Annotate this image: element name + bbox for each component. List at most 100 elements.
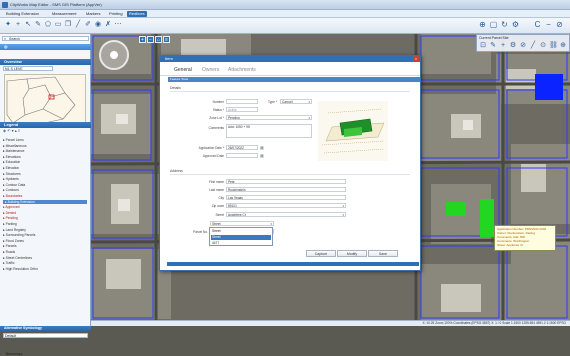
tab-attachments[interactable]: Attachments — [228, 67, 256, 73]
settings-icon[interactable]: ⚙ — [511, 20, 520, 29]
layer-item[interactable]: ▸ Elevation — [3, 166, 19, 170]
brush-icon[interactable]: ✐ — [84, 21, 92, 29]
refresh-icon[interactable]: ↻ — [500, 20, 509, 29]
parcel-zoom-icon[interactable]: ⊡ — [479, 42, 487, 50]
layer-item[interactable]: ▸ Street Centerlines — [3, 256, 32, 260]
sidebar-section-symbology[interactable]: Alternative Symbology — [0, 326, 91, 331]
select-icon[interactable]: ✦ — [4, 21, 12, 29]
status-input[interactable]: Active — [226, 107, 258, 112]
layer-item[interactable]: ▸ Maintenance — [3, 149, 24, 153]
zip-code-select[interactable]: 89101 — [226, 203, 346, 208]
pencil-icon[interactable]: ✎ — [34, 21, 42, 29]
last-name-input[interactable]: Ruckenstein — [226, 187, 346, 192]
close-icon[interactable]: ⊘ — [555, 20, 564, 29]
overview-map[interactable] — [4, 74, 86, 126]
application-date-input[interactable]: 25/07/2022 — [226, 145, 258, 150]
layer-item[interactable]: ▸ Traffic — [3, 261, 15, 265]
approved-date-input[interactable] — [226, 153, 258, 158]
layer-item[interactable]: ▸ Hydrants — [3, 177, 19, 181]
dropdown-option-selected[interactable]: Street — [211, 235, 271, 240]
layer-item[interactable]: ▸ Surrounding Parcels — [3, 233, 35, 237]
minus-icon[interactable]: − — [544, 20, 553, 29]
eye-icon[interactable]: ◉ — [94, 21, 102, 29]
close-icon[interactable]: × — [413, 56, 419, 62]
line-icon[interactable]: ╱ — [74, 21, 82, 29]
street-select[interactable]: Appletree Ct — [226, 212, 346, 217]
layer-item[interactable]: ▸ High Resolution Ortho — [3, 267, 38, 271]
map-home-icon[interactable]: ⌂ — [155, 36, 162, 43]
basemaps-item[interactable]: Basemaps — [6, 352, 23, 356]
layer-item[interactable]: ▸ Contours — [3, 188, 19, 192]
parcel-measure-icon[interactable]: ⊙ — [539, 42, 547, 50]
sidebar-section-search-result[interactable]: ◎ — [0, 44, 91, 50]
layer-item[interactable]: ▸ Boundaries — [3, 194, 22, 198]
layer-item[interactable]: ▸ Education — [3, 160, 20, 164]
overview-input[interactable]: N1 S LEVE — [3, 66, 53, 71]
parcel-line-icon[interactable]: ╱ — [529, 42, 537, 50]
layer-item[interactable]: ▸ Roads — [3, 250, 15, 254]
calendar-icon[interactable]: ▦ — [260, 145, 264, 150]
ribbon-tab-building[interactable]: Building Extension — [4, 11, 41, 17]
ribbon-tab-printing[interactable]: Printing — [107, 11, 125, 17]
ribbon-tab-markers[interactable]: Markers — [84, 11, 102, 17]
layer-item[interactable]: ▸ Land Registry — [3, 228, 26, 232]
symbology-select[interactable]: Default — [3, 333, 88, 338]
layer-item[interactable]: ▸ Parcel Lines — [3, 138, 24, 142]
tab-owners[interactable]: Owners — [202, 67, 219, 73]
layer-item[interactable]: ▸ Building Extension — [3, 199, 87, 204]
modify-button[interactable]: Modify — [337, 250, 367, 257]
layer-item[interactable]: ▸ Contour Data — [3, 183, 25, 187]
layer-label: Boundaries — [5, 194, 23, 198]
map-zoom-in-icon[interactable]: + — [139, 36, 146, 43]
add-icon[interactable]: + — [14, 21, 22, 29]
capture-button[interactable]: Capture — [306, 250, 336, 257]
rectangle-icon[interactable]: ▭ — [54, 21, 62, 29]
map-layers-icon[interactable]: ≡ — [163, 36, 170, 43]
calendar-icon[interactable]: ▦ — [260, 153, 264, 158]
layer-item[interactable]: ▸ Approved — [3, 205, 20, 209]
sidebar-section-overview[interactable]: Overview — [0, 59, 91, 65]
dropdown-option[interactable]: 4477 — [211, 241, 271, 246]
city-input[interactable]: Las Vegas — [226, 195, 346, 200]
layer-item[interactable]: ▸ Elevations — [3, 155, 21, 159]
pointer-icon[interactable]: ↖ — [24, 21, 32, 29]
chat-icon[interactable]: ▢ — [489, 20, 498, 29]
reload-icon[interactable]: C — [533, 20, 542, 29]
layer-item[interactable]: ▸ Parcels — [3, 244, 17, 248]
map-zoom-out-icon[interactable]: − — [147, 36, 154, 43]
sidebar-search[interactable]: ⌕ Search — [2, 36, 89, 41]
save-button[interactable]: Save — [368, 250, 398, 257]
legend-toolbar[interactable]: ◈ ↶ ▾ ▴ ≡ — [3, 129, 20, 133]
layer-item[interactable]: ▸ Parking — [3, 222, 17, 226]
street-no-select[interactable]: Street — [210, 221, 274, 226]
parcel-link-icon[interactable]: ⛓ — [549, 42, 558, 50]
dialog-titlebar[interactable]: Item — [160, 56, 420, 62]
details-section-title: Details — [170, 86, 181, 90]
polygon-icon[interactable]: ⬠ — [44, 21, 52, 29]
zone-lot-select[interactable]: Pending — [226, 115, 312, 120]
parcel-draw-icon[interactable]: ⊘ — [519, 42, 527, 50]
first-name-input[interactable]: Pete — [226, 179, 346, 184]
ribbon-tab-redlines[interactable]: Redlines — [127, 11, 147, 17]
navigation-wheel[interactable] — [99, 40, 129, 70]
copy-icon[interactable]: ❐ — [64, 21, 72, 29]
more-icon[interactable]: ⋯ — [114, 21, 122, 29]
erase-icon[interactable]: ✗ — [104, 21, 112, 29]
layer-item[interactable]: ▸ Flood Zones — [3, 239, 24, 243]
parcel-settings-icon[interactable]: ⚙ — [509, 42, 517, 50]
layer-label: Pending — [5, 216, 18, 221]
dropdown-option[interactable]: Street — [211, 229, 271, 234]
dialog-toolbar[interactable]: Feature Tools — [168, 77, 420, 82]
layer-item[interactable]: ▸ Denied — [3, 211, 16, 215]
type-select[interactable]: Carport — [280, 99, 312, 104]
parcel-add-icon[interactable]: + — [499, 42, 507, 50]
tab-general[interactable]: General — [174, 67, 192, 73]
zoom-icon[interactable]: ⊕ — [478, 20, 487, 29]
layer-item[interactable]: ▸ Pending — [3, 216, 18, 220]
parcel-more-icon[interactable]: ⊕ — [559, 42, 567, 50]
ribbon-tab-measurement[interactable]: Measurement — [50, 11, 78, 17]
comments-textarea[interactable]: Add: 1050 + 95 — [226, 124, 312, 138]
layer-item[interactable]: ▸ Miscellaneous — [3, 144, 26, 148]
parcel-edit-icon[interactable]: ✎ — [489, 42, 497, 50]
layer-item[interactable]: ▸ Structures — [3, 172, 21, 176]
